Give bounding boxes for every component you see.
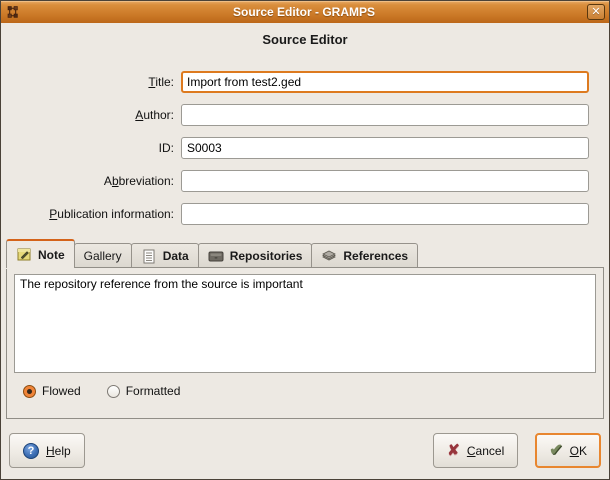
title-label: Title: xyxy=(7,75,181,89)
radio-flowed-icon xyxy=(23,385,36,398)
source-form: Title: Author: ID: Abbreviation: Publica… xyxy=(1,71,609,225)
tab-gallery-label: Gallery xyxy=(84,249,122,263)
source-editor-window: Source Editor - GRAMPS ✕ Source Editor T… xyxy=(0,0,610,480)
help-button-label: Help xyxy=(46,444,71,458)
note-textarea[interactable]: The repository reference from the source… xyxy=(14,274,596,373)
note-icon xyxy=(16,247,32,263)
window-title: Source Editor - GRAMPS xyxy=(21,5,587,19)
note-format-radios: Flowed Formatted xyxy=(23,384,596,398)
tab-note-label: Note xyxy=(38,248,65,262)
cancel-button[interactable]: ✘ Cancel xyxy=(433,433,518,468)
data-icon xyxy=(141,248,157,264)
ok-button[interactable]: ✔ OK xyxy=(535,433,601,468)
close-button[interactable]: ✕ xyxy=(587,4,605,20)
tab-data-label: Data xyxy=(163,249,189,263)
radio-flowed[interactable]: Flowed xyxy=(23,384,81,398)
titlebar[interactable]: Source Editor - GRAMPS ✕ xyxy=(1,1,609,23)
publication-input[interactable] xyxy=(181,203,589,225)
cancel-icon: ✘ xyxy=(447,443,460,458)
dialog-button-row: ? Help ✘ Cancel ✔ OK xyxy=(1,419,609,468)
title-input[interactable] xyxy=(181,71,589,93)
tab-bar: Note Gallery Data xyxy=(6,239,604,268)
notebook: Note Gallery Data xyxy=(6,239,604,419)
author-row: Author: xyxy=(7,104,589,126)
tab-gallery[interactable]: Gallery xyxy=(74,243,132,268)
page-title: Source Editor xyxy=(1,23,609,71)
author-label: Author: xyxy=(7,108,181,122)
publication-row: Publication information: xyxy=(7,203,589,225)
tab-repositories-label: Repositories xyxy=(230,249,303,263)
abbreviation-input[interactable] xyxy=(181,170,589,192)
abbreviation-label: Abbreviation: xyxy=(7,174,181,188)
id-label: ID: xyxy=(7,141,181,155)
ok-button-label: OK xyxy=(570,444,587,458)
references-icon xyxy=(321,248,337,264)
abbreviation-row: Abbreviation: xyxy=(7,170,589,192)
tab-note[interactable]: Note xyxy=(6,239,75,268)
cancel-button-label: Cancel xyxy=(467,444,504,458)
id-row: ID: xyxy=(7,137,589,159)
radio-formatted-icon xyxy=(107,385,120,398)
tab-repositories[interactable]: Repositories xyxy=(198,243,313,268)
gramps-window-icon xyxy=(5,4,21,20)
close-icon: ✕ xyxy=(591,7,600,18)
note-tab-panel: The repository reference from the source… xyxy=(6,267,604,419)
author-input[interactable] xyxy=(181,104,589,126)
help-button[interactable]: ? Help xyxy=(9,433,85,468)
title-row: Title: xyxy=(7,71,589,93)
tab-references[interactable]: References xyxy=(311,243,418,268)
publication-label: Publication information: xyxy=(7,207,181,221)
tab-references-label: References xyxy=(343,249,408,263)
ok-icon: ✔ xyxy=(549,443,562,459)
radio-formatted-label: Formatted xyxy=(126,384,181,398)
repository-icon xyxy=(208,248,224,264)
help-icon: ? xyxy=(23,443,39,459)
id-input[interactable] xyxy=(181,137,589,159)
tab-data[interactable]: Data xyxy=(131,243,199,268)
radio-formatted[interactable]: Formatted xyxy=(107,384,181,398)
radio-flowed-label: Flowed xyxy=(42,384,81,398)
